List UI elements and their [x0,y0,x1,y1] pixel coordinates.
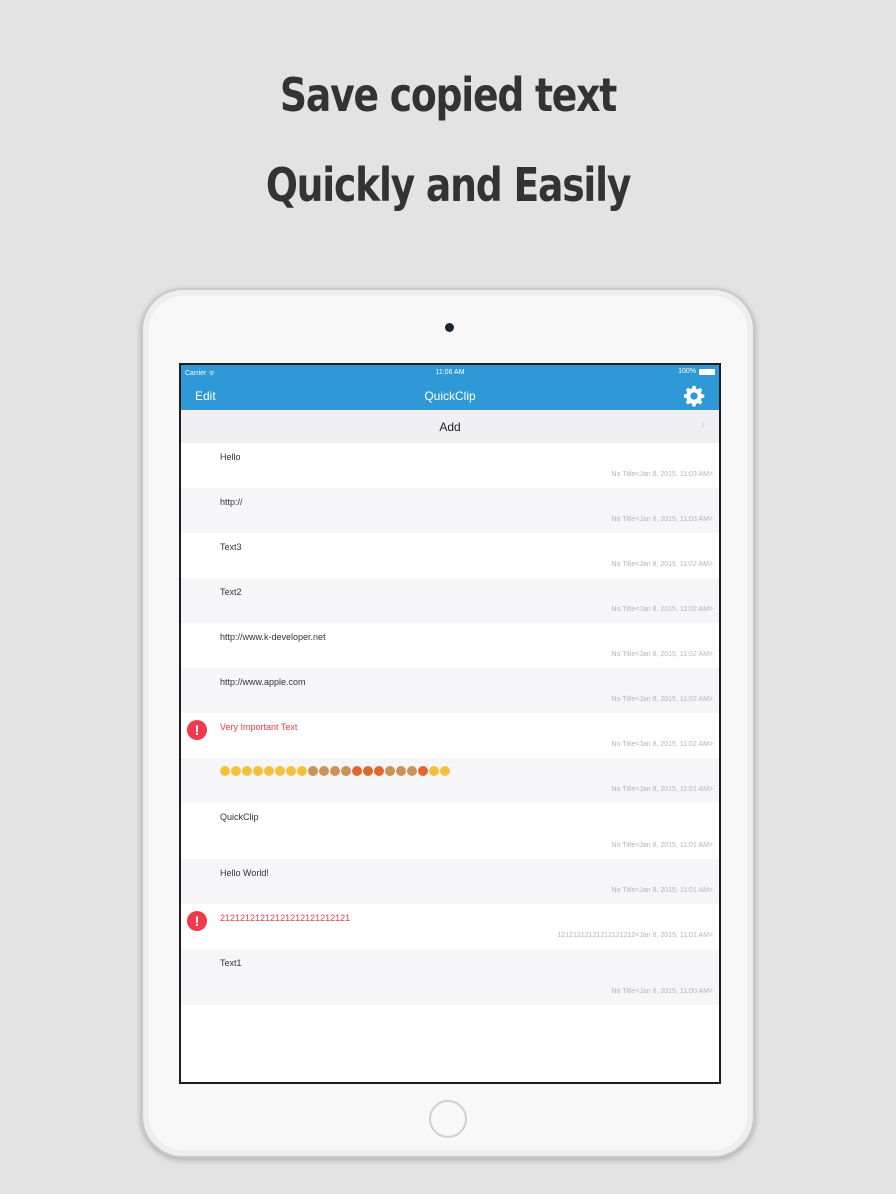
clip-meta: No Title<Jan 8, 2015, 11:02 AM> [611,561,713,568]
emoji-person-icon [396,766,406,776]
clip-meta: No Title<Jan 8, 2015, 11:02 AM> [611,606,713,613]
clip-meta: No Title<Jan 8, 2015, 11:01 AM> [611,842,713,849]
clip-row[interactable]: http:// No Title<Jan 8, 2015, 11:03 AM> [181,488,719,533]
clip-list: Hello No Title<Jan 8, 2015, 11:03 AM> ht… [181,443,719,1005]
emoji-cat-icon [264,766,274,776]
clip-row-important[interactable]: ! Very Important Text No Title<Jan 8, 20… [181,713,719,758]
emoji-person-icon [319,766,329,776]
clip-meta: No Title<Jan 8, 2015, 11:02 AM> [611,696,713,703]
clip-text: http://www.apple.com [220,677,306,687]
headline-line-1: Save copied text [279,68,617,122]
important-alert-icon: ! [187,911,207,931]
emoji-cat-icon [429,766,439,776]
emoji-hand-icon [286,766,296,776]
battery-percent: 100% [678,368,696,375]
emoji-face-icon [220,766,230,776]
emoji-face-icon [253,766,263,776]
add-row[interactable]: Add › [181,410,719,443]
add-label: Add [439,420,461,434]
emoji-person-icon [352,766,362,776]
clip-row[interactable]: http://www.apple.com No Title<Jan 8, 201… [181,668,719,713]
navigation-bar: Carrier ᯤ 11:06 AM 100% Edit QuickClip [181,365,719,410]
important-alert-icon: ! [187,720,207,740]
clip-text: Text3 [220,542,242,552]
clip-row[interactable]: Text1 No Title<Jan 8, 2015, 11:00 AM> [181,949,719,1005]
emoji-person-icon [308,766,318,776]
nav-title: QuickClip [424,389,476,403]
emoji-person-icon [407,766,417,776]
clip-row[interactable]: No Title<Jan 8, 2015, 11:01 AM> [181,758,719,803]
clip-row[interactable]: Hello No Title<Jan 8, 2015, 11:03 AM> [181,443,719,488]
clip-meta: No Title<Jan 8, 2015, 11:02 AM> [611,741,713,748]
clip-text: 21212121212121212121212121 [220,913,351,923]
clip-text: Hello [220,452,241,462]
status-battery: 100% [678,368,715,375]
clip-row[interactable]: Text2 No Title<Jan 8, 2015, 11:02 AM> [181,578,719,623]
emoji-person-icon [330,766,340,776]
home-button[interactable] [429,1100,467,1138]
clip-text: Hello World! [220,868,269,878]
clip-meta: No Title<Jan 8, 2015, 11:03 AM> [611,516,713,523]
emoji-strip [220,766,450,776]
emoji-person-icon [341,766,351,776]
clip-text: Very Important Text [220,722,298,732]
headline-line-2: Quickly and Easily [265,158,632,212]
battery-icon [699,368,715,375]
app-screen: Carrier ᯤ 11:06 AM 100% Edit QuickClip A… [179,363,721,1084]
emoji-devil-icon [418,766,428,776]
clip-text: Text2 [220,587,242,597]
clip-meta: 12121212121212121212<Jan 8, 2015, 11:01 … [557,932,713,939]
clip-text: http:// [220,497,243,507]
clip-meta: No Title<Jan 8, 2015, 11:03 AM> [611,471,713,478]
clip-meta: No Title<Jan 8, 2015, 11:01 AM> [611,887,713,894]
emoji-person-icon [363,766,373,776]
status-time: 11:06 AM [435,369,465,376]
chevron-right-icon: › [701,419,705,431]
emoji-person-icon [374,766,384,776]
emoji-hand-icon [275,766,285,776]
clip-text: QuickClip [220,812,259,822]
clip-text: Text1 [220,958,242,968]
emoji-face-icon [231,766,241,776]
clip-row[interactable]: Hello World! No Title<Jan 8, 2015, 11:01… [181,859,719,904]
clip-row[interactable]: Text3 No Title<Jan 8, 2015, 11:02 AM> [181,533,719,578]
clip-meta: No Title<Jan 8, 2015, 11:02 AM> [611,651,713,658]
emoji-person-icon [385,766,395,776]
emoji-face-icon [440,766,450,776]
clip-meta: No Title<Jan 8, 2015, 11:00 AM> [611,988,713,995]
gear-icon[interactable] [683,385,705,407]
clip-row[interactable]: http://www.k-developer.net No Title<Jan … [181,623,719,668]
camera-icon [445,323,454,332]
clip-meta: No Title<Jan 8, 2015, 11:01 AM> [611,786,713,793]
emoji-face-icon [242,766,252,776]
ipad-device: Carrier ᯤ 11:06 AM 100% Edit QuickClip A… [141,288,755,1158]
emoji-hand-icon [297,766,307,776]
clip-text: http://www.k-developer.net [220,632,326,642]
clip-row[interactable]: QuickClip No Title<Jan 8, 2015, 11:01 AM… [181,803,719,859]
clip-row-important[interactable]: ! 21212121212121212121212121 12121212121… [181,904,719,949]
